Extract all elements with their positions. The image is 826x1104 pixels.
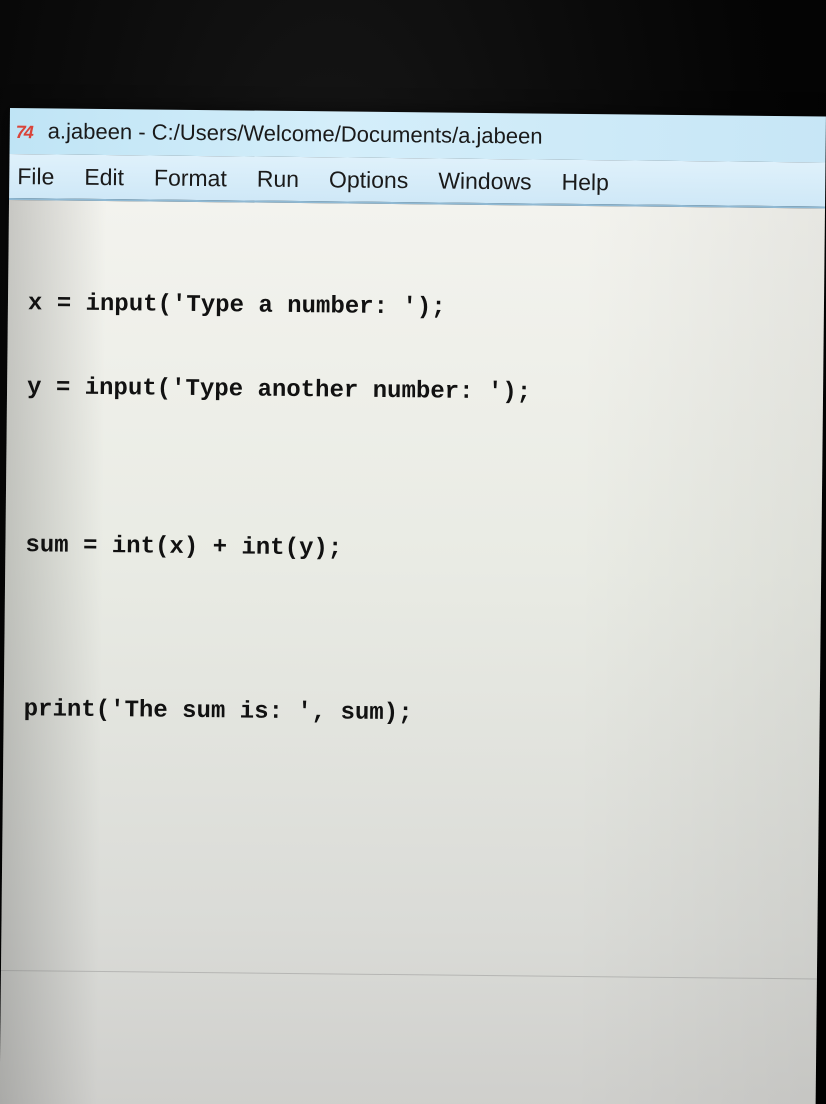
code-editor[interactable]: x = input('Type a number: '); y = input(… xyxy=(0,199,825,1104)
code-line: print('The sum is: ', sum); xyxy=(23,696,413,728)
code-line: y = input('Type another number: '); xyxy=(26,374,532,407)
menu-help[interactable]: Help xyxy=(557,166,613,198)
code-text[interactable]: x = input('Type a number: '); y = input(… xyxy=(23,234,533,785)
photo-scene: 74 a.jabeen - C:/Users/Welcome/Documents… xyxy=(0,0,826,1104)
menu-file[interactable]: File xyxy=(13,161,58,192)
menu-format[interactable]: Format xyxy=(150,162,231,194)
menu-windows[interactable]: Windows xyxy=(434,165,536,197)
editor-window: 74 a.jabeen - C:/Users/Welcome/Documents… xyxy=(0,108,826,1104)
menu-run[interactable]: Run xyxy=(253,163,304,195)
code-line: sum = int(x) + int(y); xyxy=(25,532,343,563)
menu-options[interactable]: Options xyxy=(325,164,413,196)
idle-app-icon: 74 xyxy=(15,122,32,143)
window-title: a.jabeen - C:/Users/Welcome/Documents/a.… xyxy=(47,118,543,149)
code-line: x = input('Type a number: '); xyxy=(27,290,446,322)
menu-edit[interactable]: Edit xyxy=(80,161,128,192)
